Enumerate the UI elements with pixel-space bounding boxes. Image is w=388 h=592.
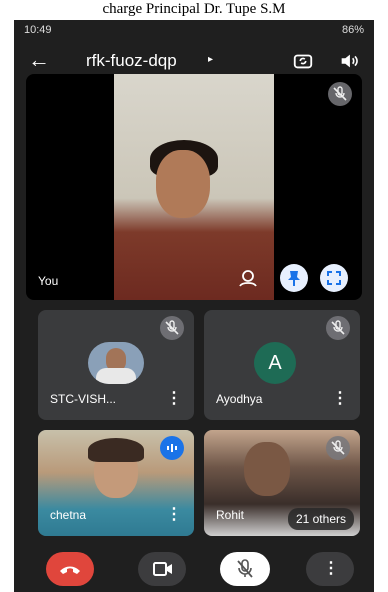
- participant-tile[interactable]: STC-VISH... ⋮: [38, 310, 194, 420]
- mic-off-icon: [160, 316, 184, 340]
- mic-off-icon: [237, 559, 253, 578]
- speaking-indicator-icon: [160, 436, 184, 460]
- phone-screen: 10:49 86% ← rfk-fuoz-dqp ▸ You STC-VISH.…: [14, 20, 374, 592]
- meeting-info-caret-icon[interactable]: ▸: [208, 54, 213, 65]
- more-vert-icon[interactable]: ⋮: [332, 388, 348, 408]
- avatar: [88, 342, 144, 384]
- video-face: [156, 150, 210, 218]
- page-caption: charge Principal Dr. Tupe S.M: [102, 1, 286, 17]
- effects-icon[interactable]: [234, 264, 262, 292]
- participant-name: STC-VISH...: [50, 392, 117, 406]
- more-vert-icon: ⋮: [323, 560, 339, 577]
- call-controls: ⋮: [14, 546, 374, 592]
- arrow-left-icon[interactable]: ←: [28, 48, 50, 72]
- mic-off-icon: [326, 436, 350, 460]
- more-options-button[interactable]: ⋮: [306, 552, 354, 586]
- meeting-code[interactable]: rfk-fuoz-dqp: [86, 51, 177, 71]
- fullscreen-icon[interactable]: [320, 264, 348, 292]
- status-time: 10:49: [24, 24, 52, 36]
- mic-toggle-button[interactable]: [220, 552, 270, 586]
- participant-name: Ayodhya: [216, 392, 263, 406]
- more-vert-icon[interactable]: ⋮: [166, 504, 182, 524]
- avatar: A: [254, 342, 296, 384]
- others-count-badge[interactable]: 21 others: [287, 508, 354, 530]
- camera-toggle-button[interactable]: [138, 552, 186, 586]
- self-tile-label: You: [38, 274, 59, 288]
- participant-tile[interactable]: chetna ⋮: [38, 430, 194, 536]
- more-vert-icon[interactable]: ⋮: [166, 388, 182, 408]
- end-call-button[interactable]: [46, 552, 94, 586]
- participant-name: Rohit: [216, 508, 245, 522]
- participant-tile[interactable]: Rohit 21 others: [204, 430, 360, 536]
- self-video-tile[interactable]: You: [26, 74, 362, 300]
- status-bar: 10:49 86%: [14, 20, 374, 42]
- mic-off-icon: [326, 316, 350, 340]
- video-camera-icon: [153, 562, 172, 576]
- pin-icon[interactable]: [280, 264, 308, 292]
- camera-switch-icon[interactable]: [292, 50, 314, 72]
- participant-tile[interactable]: A Ayodhya ⋮: [204, 310, 360, 420]
- mic-off-icon: [328, 82, 352, 106]
- battery-level: 86%: [341, 24, 364, 36]
- participant-name: chetna: [50, 508, 87, 522]
- speaker-icon[interactable]: [338, 50, 360, 72]
- end-call-icon: [60, 566, 80, 574]
